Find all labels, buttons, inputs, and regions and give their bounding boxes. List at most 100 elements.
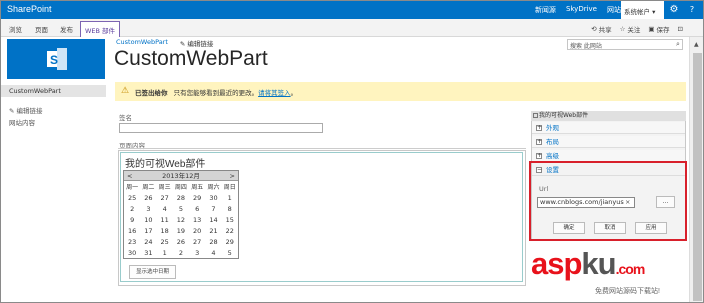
calendar-day[interactable]: 19 bbox=[173, 226, 189, 237]
collapse-icon[interactable] bbox=[533, 113, 538, 118]
calendar-day[interactable]: 17 bbox=[140, 226, 156, 237]
status-message-bar: ⚠ 已签出给你 只有您能够看到最近的更改。请将其签入。 bbox=[115, 82, 686, 101]
site-logo[interactable]: S bbox=[7, 39, 105, 79]
tab-page[interactable]: 页面 bbox=[35, 24, 48, 34]
calendar-day[interactable]: 28 bbox=[173, 193, 189, 204]
calendar-day[interactable]: 13 bbox=[189, 215, 205, 226]
calendar-day[interactable]: 3 bbox=[189, 248, 205, 259]
vertical-scrollbar[interactable]: ▲ bbox=[689, 37, 703, 302]
calendar-day[interactable]: 5 bbox=[173, 204, 189, 215]
ribbon-actions: ⟲ 共享 ☆ 关注 ▣ 保存 ⊡ bbox=[591, 24, 683, 34]
calendar-day[interactable]: 29 bbox=[189, 193, 205, 204]
nav-edit-links[interactable]: ✎ 编辑链接 bbox=[9, 105, 43, 115]
calendar-day[interactable]: 20 bbox=[189, 226, 205, 237]
search-icon[interactable]: ⌕ bbox=[673, 39, 683, 50]
nav-item-customwebpart[interactable]: CustomWebPart bbox=[1, 85, 106, 97]
save-button[interactable]: ▣ 保存 bbox=[648, 24, 669, 34]
save-icon: ▣ bbox=[648, 25, 655, 33]
watermark-com: .com bbox=[615, 261, 646, 277]
expand-icon[interactable]: + bbox=[536, 125, 542, 131]
brand-label[interactable]: SharePoint bbox=[7, 4, 52, 14]
calendar-day[interactable]: 27 bbox=[189, 237, 205, 248]
expand-icon[interactable]: + bbox=[536, 139, 542, 145]
calendar-day[interactable]: 10 bbox=[140, 215, 156, 226]
suite-bar: SharePoint 新闻源 SkyDrive 网站 系统帐户 ▾ ⚙ ? bbox=[1, 1, 703, 19]
calendar-weekday: 周一 bbox=[126, 184, 139, 191]
calendar-day[interactable]: 21 bbox=[205, 226, 221, 237]
calendar-day[interactable]: 7 bbox=[205, 204, 221, 215]
calendar-day[interactable]: 30 bbox=[205, 193, 221, 204]
suite-link-newsfeed[interactable]: 新闻源 bbox=[535, 5, 556, 15]
title-field[interactable] bbox=[119, 123, 323, 133]
calendar-week-row: 9 10 11 12 13 14 15 bbox=[124, 215, 238, 226]
share-label: 共享 bbox=[598, 26, 612, 34]
calendar-day[interactable]: 4 bbox=[205, 248, 221, 259]
focus-button[interactable]: ⊡ bbox=[678, 24, 683, 34]
check-in-link[interactable]: 请将其签入 bbox=[258, 89, 291, 97]
suite-link-sites[interactable]: 网站 bbox=[607, 5, 621, 15]
calendar-day[interactable]: 23 bbox=[124, 237, 140, 248]
calendar-day[interactable]: 28 bbox=[205, 237, 221, 248]
warning-icon: ⚠ bbox=[121, 86, 130, 96]
section-layout[interactable]: + 布局 bbox=[532, 136, 685, 148]
calendar-day[interactable]: 15 bbox=[222, 215, 238, 226]
expand-icon[interactable]: + bbox=[536, 153, 542, 159]
calendar-day[interactable]: 12 bbox=[173, 215, 189, 226]
share-button[interactable]: ⟲ 共享 bbox=[591, 24, 611, 34]
nav-item-site-contents[interactable]: 网站内容 bbox=[9, 117, 35, 127]
calendar-day[interactable]: 26 bbox=[140, 193, 156, 204]
calendar-day[interactable]: 22 bbox=[222, 226, 238, 237]
watermark-logo: aspku.com bbox=[531, 248, 646, 285]
gear-icon[interactable]: ⚙ bbox=[668, 4, 680, 16]
calendar-day[interactable]: 6 bbox=[189, 204, 205, 215]
calendar-day[interactable]: 25 bbox=[124, 193, 140, 204]
calendar-day[interactable]: 25 bbox=[157, 237, 173, 248]
share-icon: ⟲ bbox=[591, 25, 597, 33]
sharepoint-logo-icon: S bbox=[47, 48, 67, 70]
calendar-day[interactable]: 2 bbox=[173, 248, 189, 259]
suite-link-skydrive[interactable]: SkyDrive bbox=[566, 5, 597, 15]
calendar-week-row: 16 17 18 19 20 21 22 bbox=[124, 226, 238, 237]
calendar-day[interactable]: 30 bbox=[124, 248, 140, 259]
calendar-day[interactable]: 11 bbox=[157, 215, 173, 226]
watermark-tagline: 免费网站源码下载站! bbox=[595, 288, 660, 295]
calendar-next-button[interactable]: > bbox=[230, 171, 235, 181]
calendar-day[interactable]: 29 bbox=[222, 237, 238, 248]
calendar-day[interactable]: 1 bbox=[157, 248, 173, 259]
section-advanced-label: 高级 bbox=[546, 152, 559, 160]
calendar-week-row: 30 31 1 2 3 4 5 bbox=[124, 248, 238, 259]
calendar-day[interactable]: 31 bbox=[140, 248, 156, 259]
search-input[interactable]: 搜索 此网站 bbox=[567, 39, 683, 50]
calendar-day[interactable]: 16 bbox=[124, 226, 140, 237]
section-appearance[interactable]: + 外观 bbox=[532, 122, 685, 134]
help-icon[interactable]: ? bbox=[686, 4, 698, 16]
calendar-day[interactable]: 3 bbox=[140, 204, 156, 215]
calendar-grid: 周一 周二 周三 周四 周五 周六 周日 25 26 27 28 29 30 1 2 3 4 5 6 7 8 9 10 11 1… bbox=[124, 182, 238, 259]
divider bbox=[118, 148, 526, 149]
calendar-day[interactable]: 24 bbox=[140, 237, 156, 248]
suite-links: 新闻源 SkyDrive 网站 bbox=[535, 5, 621, 15]
calendar-day[interactable]: 2 bbox=[124, 204, 140, 215]
calendar-day[interactable]: 9 bbox=[124, 215, 140, 226]
calendar-day[interactable]: 5 bbox=[222, 248, 238, 259]
tab-web-part[interactable]: WEB 部件 bbox=[80, 21, 121, 37]
calendar-day[interactable]: 26 bbox=[173, 237, 189, 248]
calendar-day[interactable]: 27 bbox=[157, 193, 173, 204]
scrollbar-thumb[interactable] bbox=[693, 53, 702, 301]
sharepoint-page: SharePoint 新闻源 SkyDrive 网站 系统帐户 ▾ ⚙ ? 浏览… bbox=[0, 0, 704, 303]
tool-pane-title: 我的可视Web部件 bbox=[531, 111, 686, 121]
calendar-day[interactable]: 4 bbox=[157, 204, 173, 215]
tab-browse[interactable]: 浏览 bbox=[9, 24, 22, 34]
account-menu[interactable]: 系统帐户 ▾ bbox=[621, 1, 664, 19]
scroll-up-icon[interactable]: ▲ bbox=[694, 41, 699, 48]
calendar-week-row: 23 24 25 26 27 28 29 bbox=[124, 237, 238, 248]
status-text-end: 。 bbox=[290, 89, 298, 97]
calendar-day[interactable]: 8 bbox=[222, 204, 238, 215]
show-selected-date-button[interactable]: 显示选中日期 bbox=[129, 265, 176, 279]
calendar-prev-button[interactable]: < bbox=[127, 171, 132, 181]
calendar-day[interactable]: 14 bbox=[205, 215, 221, 226]
calendar-day[interactable]: 18 bbox=[157, 226, 173, 237]
calendar-day[interactable]: 1 bbox=[222, 193, 238, 204]
follow-button[interactable]: ☆ 关注 bbox=[620, 24, 641, 34]
tab-publish[interactable]: 发布 bbox=[60, 24, 73, 34]
